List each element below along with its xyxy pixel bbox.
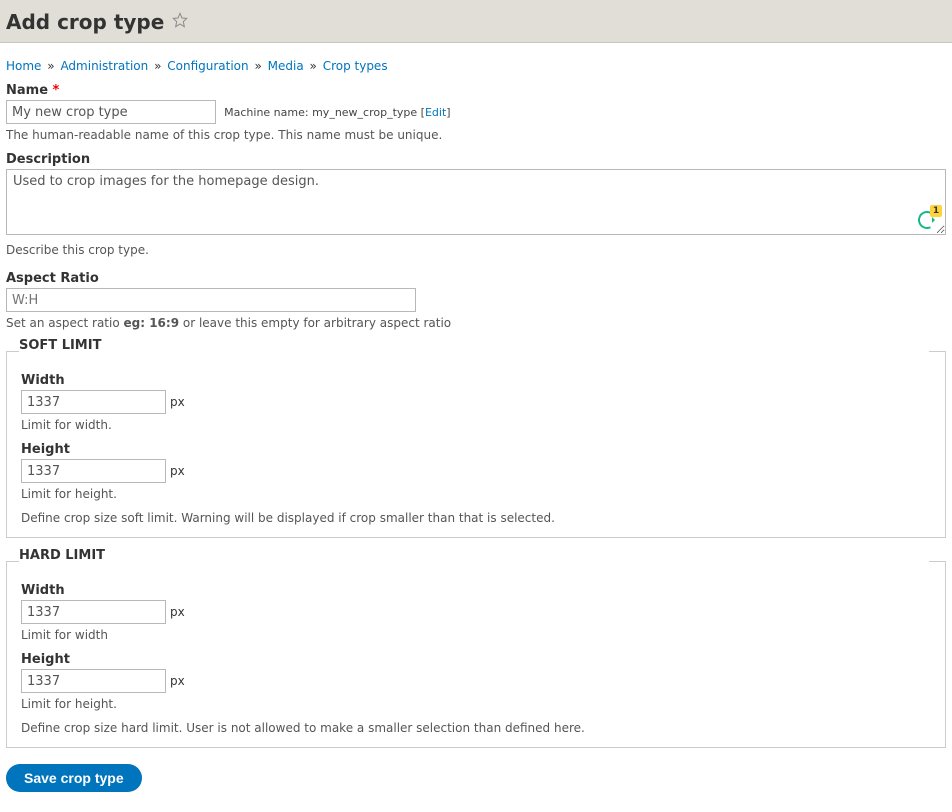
name-label: Name * xyxy=(6,83,946,98)
soft-height-label: Height xyxy=(21,442,931,457)
breadcrumb-link[interactable]: Home xyxy=(6,59,41,73)
description-help: Describe this crop type. xyxy=(6,243,946,257)
soft-limit-legend: SOFT LIMIT xyxy=(19,338,929,353)
aspect-ratio-input[interactable] xyxy=(6,288,416,312)
soft-width-help: Limit for width. xyxy=(21,418,931,432)
soft-height-input[interactable] xyxy=(21,459,166,483)
save-button[interactable]: Save crop type xyxy=(6,764,142,792)
aspect-help: Set an aspect ratio eg: 16:9 or leave th… xyxy=(6,316,946,330)
favorite-star-icon[interactable] xyxy=(172,12,188,28)
hard-height-input[interactable] xyxy=(21,669,166,693)
hard-height-help: Limit for height. xyxy=(21,697,931,711)
hard-limit-note: Define crop size hard limit. User is not… xyxy=(21,721,931,735)
page-title: Add crop type xyxy=(6,10,164,34)
name-help: The human-readable name of this crop typ… xyxy=(6,128,946,142)
aspect-label: Aspect Ratio xyxy=(6,271,946,286)
breadcrumb: Home » Administration » Configuration » … xyxy=(6,49,946,83)
breadcrumb-link[interactable]: Administration xyxy=(60,59,148,73)
name-input[interactable] xyxy=(6,100,216,124)
unit-suffix: px xyxy=(170,395,185,409)
hard-width-help: Limit for width xyxy=(21,628,931,642)
soft-width-input[interactable] xyxy=(21,390,166,414)
hard-width-input[interactable] xyxy=(21,600,166,624)
page-header: Add crop type xyxy=(0,0,952,43)
hard-width-label: Width xyxy=(21,583,931,598)
machine-name-display: Machine name: my_new_crop_type [Edit] xyxy=(224,106,450,119)
soft-height-help: Limit for height. xyxy=(21,487,931,501)
soft-width-label: Width xyxy=(21,373,931,388)
unit-suffix: px xyxy=(170,674,185,688)
unit-suffix: px xyxy=(170,464,185,478)
soft-limit-fieldset: SOFT LIMIT Width px Limit for width. Hei… xyxy=(6,344,946,538)
hard-limit-fieldset: HARD LIMIT Width px Limit for width Heig… xyxy=(6,554,946,748)
breadcrumb-link[interactable]: Crop types xyxy=(323,59,388,73)
description-label: Description xyxy=(6,152,946,167)
hard-height-label: Height xyxy=(21,652,931,667)
soft-limit-note: Define crop size soft limit. Warning wil… xyxy=(21,511,931,525)
required-indicator: * xyxy=(53,83,60,98)
breadcrumb-link[interactable]: Configuration xyxy=(167,59,248,73)
description-textarea[interactable] xyxy=(6,169,946,235)
hard-limit-legend: HARD LIMIT xyxy=(19,548,929,563)
breadcrumb-link[interactable]: Media xyxy=(268,59,304,73)
edit-machine-name-link[interactable]: Edit xyxy=(425,106,446,119)
grammarly-icon[interactable]: 1 xyxy=(918,211,936,229)
unit-suffix: px xyxy=(170,605,185,619)
